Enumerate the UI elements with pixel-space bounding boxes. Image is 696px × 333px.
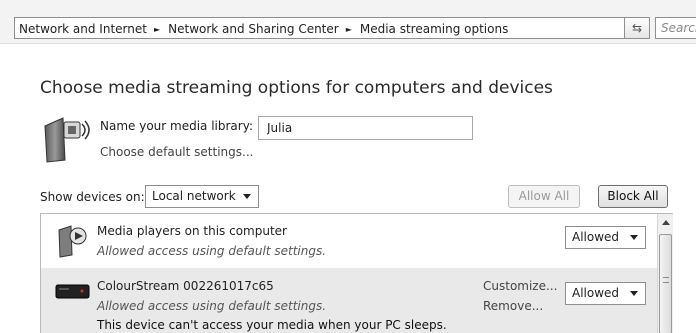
refresh-button[interactable]: ⇆: [624, 17, 650, 39]
chevron-down-icon: [630, 291, 638, 296]
permission-value: Allowed: [572, 286, 620, 300]
show-devices-select[interactable]: Local network: [145, 185, 259, 208]
refresh-icon: ⇆: [631, 21, 643, 35]
choose-default-settings-link[interactable]: Choose default settings...: [100, 145, 253, 159]
breadcrumb-separator[interactable]: ►: [346, 25, 352, 34]
customize-link[interactable]: Customize...: [483, 279, 557, 293]
scroll-up-icon[interactable]: [662, 220, 670, 225]
breadcrumb-media-streaming[interactable]: Media streaming options: [360, 22, 508, 36]
library-name-input[interactable]: [258, 116, 473, 140]
permission-value: Allowed: [572, 230, 620, 244]
media-library-icon: [44, 117, 90, 163]
permission-select[interactable]: Allowed: [565, 282, 646, 305]
allow-all-button[interactable]: Allow All: [508, 185, 580, 208]
device-name: Media players on this computer: [97, 224, 287, 238]
show-devices-value: Local network: [152, 189, 236, 203]
chevron-down-icon: [630, 235, 638, 240]
device-status: Allowed access using default settings.: [97, 244, 327, 258]
permission-select[interactable]: Allowed: [565, 226, 646, 249]
breadcrumb-sharing-center[interactable]: Network and Sharing Center: [168, 22, 339, 36]
block-all-button[interactable]: Block All: [598, 185, 668, 208]
breadcrumb-separator[interactable]: ►: [154, 25, 160, 34]
breadcrumb: Network and Internet ► Network and Sharing…: [19, 22, 508, 36]
list-item[interactable]: Media players on this computer Allowed a…: [41, 214, 658, 266]
scrollbar-thumb[interactable]: [659, 234, 672, 333]
remove-link[interactable]: Remove...: [483, 299, 543, 313]
search-input[interactable]: Search: [655, 17, 696, 39]
device-warning: This device can't access your media when…: [97, 318, 447, 332]
chevron-down-icon: [243, 194, 251, 199]
show-devices-label: Show devices on:: [40, 190, 145, 204]
list-item[interactable]: ColourStream 002261017c65 Allowed access…: [41, 268, 658, 333]
breadcrumb-network-internet[interactable]: Network and Internet: [19, 22, 147, 36]
search-placeholder: Search: [661, 21, 696, 35]
device-status: Allowed access using default settings.: [97, 299, 327, 313]
device-list: Media players on this computer Allowed a…: [40, 213, 673, 333]
address-bar-area: Network and Internet ► Network and Sharing…: [0, 0, 696, 44]
grip-icon: [663, 277, 669, 283]
media-player-icon: [58, 225, 87, 258]
scrollbar[interactable]: [657, 214, 673, 333]
device-name: ColourStream 002261017c65: [97, 279, 274, 293]
library-name-label: Name your media library:: [100, 119, 253, 133]
media-device-icon: [55, 284, 90, 299]
address-bar[interactable]: Network and Internet ► Network and Sharing…: [14, 17, 650, 39]
page-title: Choose media streaming options for compu…: [40, 78, 553, 98]
